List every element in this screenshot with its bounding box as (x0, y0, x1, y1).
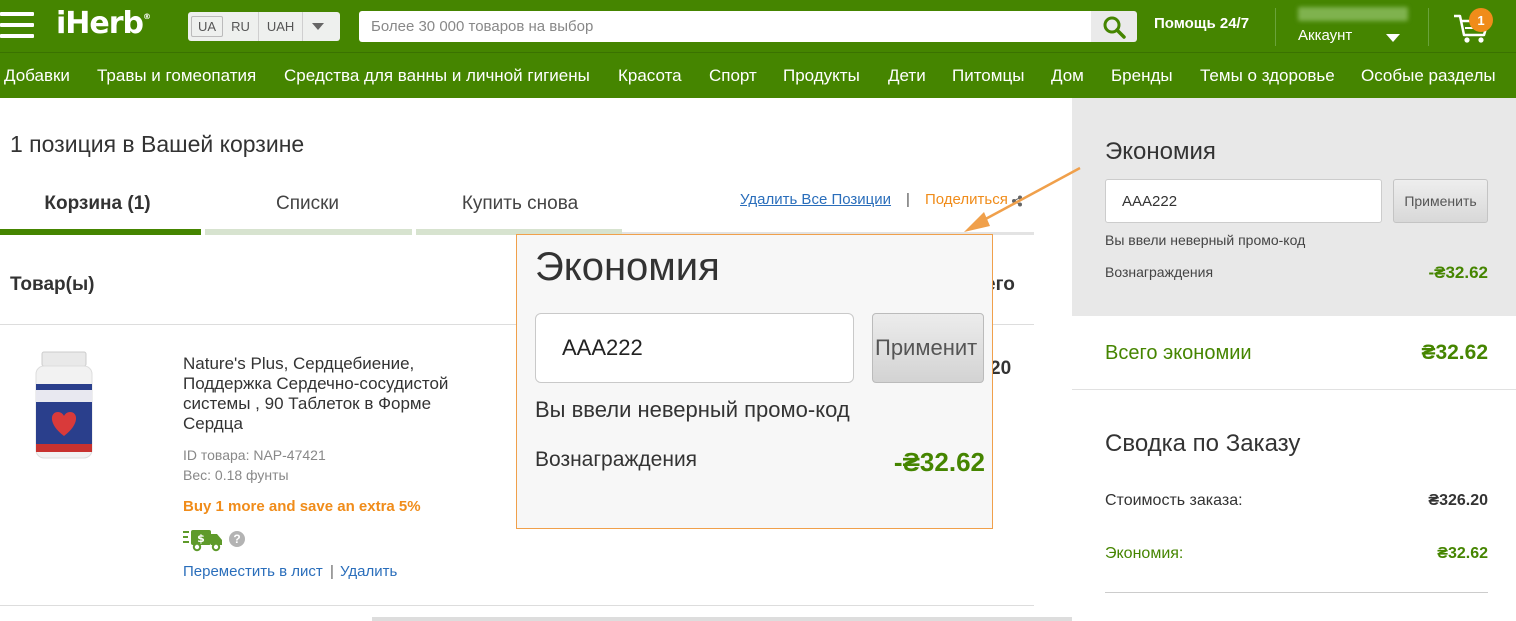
chevron-down-icon (303, 23, 333, 30)
divider (0, 605, 1034, 606)
zoom-savings-title: Экономия (535, 245, 720, 289)
search-button[interactable] (1091, 11, 1137, 42)
callout-arrow (964, 166, 1081, 232)
coupon-error-message: Вы ввели неверный промо-код (1105, 232, 1306, 248)
savings-summary-label: Экономия: (1105, 545, 1184, 562)
menu-icon[interactable] (0, 12, 34, 38)
nav-kids[interactable]: Дети (888, 66, 926, 86)
nav-supplements[interactable]: Добавки (4, 66, 70, 86)
divider (1275, 8, 1276, 46)
rewards-value: -₴32.62 (1428, 263, 1488, 282)
tab-indicator (205, 229, 412, 235)
divider (1105, 592, 1488, 593)
zoom-apply-button: Применит (872, 313, 984, 383)
order-cost-label: Стоимость заказа: (1105, 492, 1243, 509)
nav-bath[interactable]: Средства для ванны и личной гигиены (284, 66, 590, 86)
nav-pets[interactable]: Питомцы (952, 66, 1024, 86)
help-icon[interactable]: ? (229, 531, 245, 547)
product-image[interactable] (28, 350, 100, 462)
tab-indicator-active (0, 229, 201, 235)
tab-lists[interactable]: Списки (210, 193, 405, 215)
iherb-logo[interactable]: iHerb® (56, 6, 151, 41)
locale-country: UA (191, 16, 224, 37)
nav-herbs[interactable]: Травы и гомеопатия (97, 66, 256, 86)
nav-home[interactable]: Дом (1051, 66, 1084, 86)
savings-title: Экономия (1105, 138, 1216, 165)
zoom-rewards-label: Вознаграждения (535, 448, 698, 471)
nav-grocery[interactable]: Продукты (783, 66, 860, 86)
tab-buy-again[interactable]: Купить снова (420, 193, 620, 215)
products-column-header: Товар(ы) (10, 274, 95, 295)
zoom-error-message: Вы ввели неверный промо-код (535, 397, 850, 422)
scroll-strip (372, 617, 1072, 621)
delete-item-link[interactable]: Удалить (340, 563, 397, 580)
account-name-blurred (1298, 7, 1408, 21)
tab-cart[interactable]: Корзина (1) (0, 193, 195, 215)
chevron-down-icon[interactable] (1386, 34, 1400, 42)
nav-brands[interactable]: Бренды (1111, 66, 1173, 86)
nav-specials[interactable]: Особые разделы (1361, 66, 1496, 86)
nav-sport[interactable]: Спорт (709, 66, 757, 86)
page-title: 1 позиция в Вашей корзине (10, 131, 305, 157)
link-separator: | (330, 563, 334, 580)
nav-beauty[interactable]: Красота (618, 66, 682, 86)
coupon-input[interactable] (1105, 179, 1382, 223)
item-total-price: 20 (990, 358, 1012, 379)
category-nav: Добавки Травы и гомеопатия Средства для … (0, 52, 1516, 98)
delete-all-link[interactable]: Удалить Все Позиции (740, 191, 891, 208)
locale-currency: UAH (259, 12, 304, 41)
search-icon (1103, 16, 1126, 39)
product-id: ID товара: NAP-47421 (183, 447, 326, 463)
order-cost-value: ₴326.20 (1428, 492, 1488, 509)
link-separator: | (906, 191, 910, 208)
cart-count-badge: 1 (1469, 8, 1493, 32)
savings-summary-value: ₴32.62 (1437, 545, 1488, 562)
search-input[interactable] (359, 11, 1091, 42)
order-summary-title: Сводка по Заказу (1105, 430, 1301, 457)
product-name[interactable]: Nature's Plus, Сердцебиение, Поддержка С… (183, 354, 473, 434)
zoom-coupon-input (535, 313, 854, 383)
shipping-truck-icon: $ (183, 530, 222, 552)
product-weight: Вес: 0.18 фунты (183, 467, 289, 483)
divider (1428, 8, 1429, 46)
rewards-label: Вознаграждения (1105, 264, 1214, 280)
zoom-rewards-value: -₴32.62 (893, 447, 985, 477)
total-savings-label: Всего экономии (1105, 342, 1252, 364)
help-link[interactable]: Помощь 24/7 (1154, 15, 1249, 32)
apply-coupon-button[interactable]: Применить (1393, 179, 1488, 223)
locale-selector[interactable]: UA RU UAH (188, 12, 340, 41)
locale-language: RU (223, 12, 259, 41)
account-menu[interactable]: Аккаунт (1298, 27, 1352, 44)
nav-health-topics[interactable]: Темы о здоровье (1200, 66, 1335, 86)
move-to-list-link[interactable]: Переместить в лист (183, 563, 323, 580)
total-savings-value: ₴32.62 (1421, 341, 1488, 364)
promo-message: Buy 1 more and save an extra 5% (183, 498, 421, 515)
